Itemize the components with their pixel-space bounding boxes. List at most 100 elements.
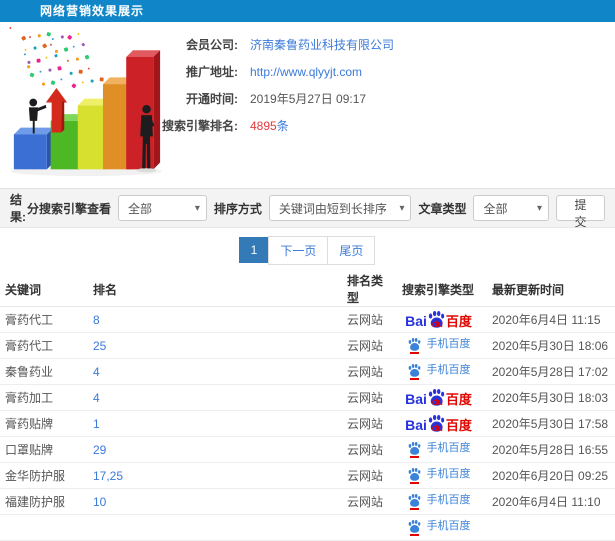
table-row: 福建防护服 10 云网站 手机百度 2020年6月4日 11:10 bbox=[0, 488, 615, 515]
next-page-button[interactable]: 下一页 bbox=[268, 235, 329, 265]
table-row: 膏药代工 25 云网站 手机百度 2020年5月30日 18:06 bbox=[0, 332, 615, 359]
rank-type-cell: 云网站 bbox=[342, 332, 390, 359]
updated-cell: 2020年5月28日 16:55 bbox=[487, 436, 615, 463]
updated-cell: 2020年5月30日 17:58 bbox=[487, 410, 615, 437]
info-value: 4895 bbox=[250, 119, 277, 133]
baidu-paw-icon bbox=[408, 337, 421, 354]
info-value-link[interactable]: 济南秦鲁药业科技有限公司 bbox=[250, 38, 394, 52]
header-rank-type: 排名类型 bbox=[342, 272, 390, 307]
engine-cell: 手机百度 bbox=[390, 488, 487, 515]
table-row: 膏药加工 4 云网站 Bai du 百度 2020年5月30日 18:03 bbox=[0, 384, 615, 411]
article-type-label: 文章类型 bbox=[418, 201, 467, 216]
baidu-pc-logo: Bai du 百度 bbox=[405, 310, 472, 329]
sort-filter-value: 关键词由短到长排序 bbox=[278, 201, 387, 216]
article-type-value: 全部 bbox=[483, 201, 508, 216]
header-updated: 最新更新时间 bbox=[487, 272, 615, 307]
rank-type-cell: 云网站 bbox=[342, 488, 390, 515]
rank-link[interactable]: 4 bbox=[93, 391, 100, 405]
updated-cell: 2020年5月28日 17:02 bbox=[487, 358, 615, 385]
last-page-button[interactable]: 尾页 bbox=[327, 235, 376, 265]
member-info-section: 会员公司: 济南秦鲁药业科技有限公司推广地址: http://www.qlyyjt.… bbox=[0, 22, 615, 188]
table-row: 口罩贴牌 29 云网站 手机百度 2020年5月28日 16:55 bbox=[0, 436, 615, 463]
rank-type-cell: 云网站 bbox=[342, 410, 390, 437]
baidu-paw-icon bbox=[408, 441, 421, 458]
rank-type-cell bbox=[342, 514, 390, 541]
submit-button[interactable]: 提交 bbox=[555, 195, 605, 229]
engine-filter-value: 全部 bbox=[127, 201, 152, 216]
info-value-link[interactable]: http://www.qlyyjt.com bbox=[250, 65, 362, 79]
keyword-cell: 秦鲁药业 bbox=[0, 358, 88, 385]
keyword-cell: 膏药代工 bbox=[0, 332, 88, 359]
keyword-cell bbox=[0, 514, 88, 541]
engine-cell: 手机百度 bbox=[390, 332, 487, 359]
rank-link[interactable]: 29 bbox=[93, 443, 106, 457]
baidu-paw-icon: du bbox=[428, 310, 445, 328]
rank-type-cell: 云网站 bbox=[342, 436, 390, 463]
info-label: 推广地址: bbox=[186, 65, 238, 79]
page-title: 网络营销效果展示 bbox=[40, 4, 145, 18]
info-row: 开通时间: 2019年5月27日 09:17 bbox=[120, 86, 394, 113]
engine-cell: 手机百度 bbox=[390, 436, 487, 463]
baidu-mobile-logo: 手机百度 bbox=[407, 467, 471, 484]
updated-cell: 2020年6月4日 11:10 bbox=[487, 488, 615, 515]
baidu-mobile-logo: 手机百度 bbox=[407, 493, 471, 510]
baidu-paw-icon bbox=[408, 363, 421, 380]
page-current-button[interactable]: 1 bbox=[238, 237, 270, 263]
info-label: 搜索引擎排名: bbox=[162, 119, 238, 133]
sort-filter-select[interactable]: 关键词由短到长排序 ▾ bbox=[268, 195, 412, 221]
info-row: 推广地址: http://www.qlyyjt.com bbox=[120, 59, 394, 86]
keyword-cell: 金华防护服 bbox=[0, 462, 88, 489]
rank-link[interactable]: 8 bbox=[93, 313, 100, 327]
baidu-paw-icon: du bbox=[428, 388, 445, 406]
results-filter-bar: 结果: 分搜索引擎查看 全部 ▾ 排序方式 关键词由短到长排序 ▾ 文章类型 全… bbox=[0, 188, 615, 229]
page-titlebar: 网络营销效果展示 bbox=[0, 0, 615, 22]
member-info-list: 会员公司: 济南秦鲁药业科技有限公司推广地址: http://www.qlyyjt.… bbox=[120, 32, 394, 140]
baidu-mobile-logo: 手机百度 bbox=[407, 519, 471, 536]
engine-cell: Bai du 百度 bbox=[390, 306, 487, 333]
updated-cell: 2020年6月20日 09:25 bbox=[487, 462, 615, 489]
engine-cell: Bai du 百度 bbox=[390, 384, 487, 411]
baidu-mobile-logo: 手机百度 bbox=[407, 337, 471, 354]
table-row: 金华防护服 17,25 云网站 手机百度 2020年6月20日 09:25 bbox=[0, 462, 615, 489]
rank-link[interactable]: 4 bbox=[93, 365, 100, 379]
rank-type-cell: 云网站 bbox=[342, 384, 390, 411]
keyword-cell: 膏药贴牌 bbox=[0, 410, 88, 437]
info-label: 开通时间: bbox=[186, 92, 238, 106]
info-row: 会员公司: 济南秦鲁药业科技有限公司 bbox=[120, 32, 394, 59]
keyword-cell: 膏药代工 bbox=[0, 306, 88, 333]
table-row: 膏药代工 8 云网站 Bai du 百度 2020年6月4日 11:15 bbox=[0, 306, 615, 333]
engine-cell: 手机百度 bbox=[390, 462, 487, 489]
sort-filter-label: 排序方式 bbox=[213, 201, 262, 216]
keyword-cell: 福建防护服 bbox=[0, 488, 88, 515]
baidu-pc-logo: Bai du 百度 bbox=[405, 388, 472, 407]
confetti-dots bbox=[9, 27, 104, 89]
info-suffix-link[interactable]: 条 bbox=[277, 119, 289, 133]
baidu-mobile-logo: 手机百度 bbox=[407, 363, 471, 380]
rank-link[interactable]: 25 bbox=[93, 339, 106, 353]
chevron-down-icon: ▾ bbox=[536, 202, 542, 214]
engine-filter-select[interactable]: 全部 ▾ bbox=[117, 195, 207, 221]
header-keyword: 关键词 bbox=[0, 272, 88, 307]
table-header-row: 关键词 排名 排名类型 搜索引擎类型 最新更新时间 bbox=[0, 272, 615, 307]
rank-type-cell: 云网站 bbox=[342, 306, 390, 333]
engine-cell: 手机百度 bbox=[390, 358, 487, 385]
header-rank: 排名 bbox=[88, 272, 342, 307]
chevron-down-icon: ▾ bbox=[194, 202, 200, 214]
filter-controls: 分搜索引擎查看 全部 ▾ 排序方式 关键词由短到长排序 ▾ 文章类型 全部 ▾ … bbox=[27, 195, 605, 229]
pagination: 1 下一页 尾页 bbox=[0, 228, 615, 272]
rank-link[interactable]: 1 bbox=[93, 417, 100, 431]
rank-link[interactable]: 17,25 bbox=[93, 469, 123, 483]
baidu-pc-logo: Bai du 百度 bbox=[405, 414, 472, 433]
keyword-cell: 口罩贴牌 bbox=[0, 436, 88, 463]
rank-type-cell: 云网站 bbox=[342, 358, 390, 385]
engine-cell: 手机百度 bbox=[390, 514, 487, 541]
rank-type-cell: 云网站 bbox=[342, 462, 390, 489]
rank-link[interactable]: 10 bbox=[93, 495, 106, 509]
updated-cell: 2020年5月30日 18:06 bbox=[487, 332, 615, 359]
baidu-mobile-logo: 手机百度 bbox=[407, 441, 471, 458]
article-type-select[interactable]: 全部 ▾ bbox=[473, 195, 549, 221]
updated-cell: 2020年5月30日 18:03 bbox=[487, 384, 615, 411]
table-row: 手机百度 bbox=[0, 514, 615, 541]
baidu-paw-icon bbox=[408, 467, 421, 484]
baidu-paw-icon: du bbox=[428, 414, 445, 432]
